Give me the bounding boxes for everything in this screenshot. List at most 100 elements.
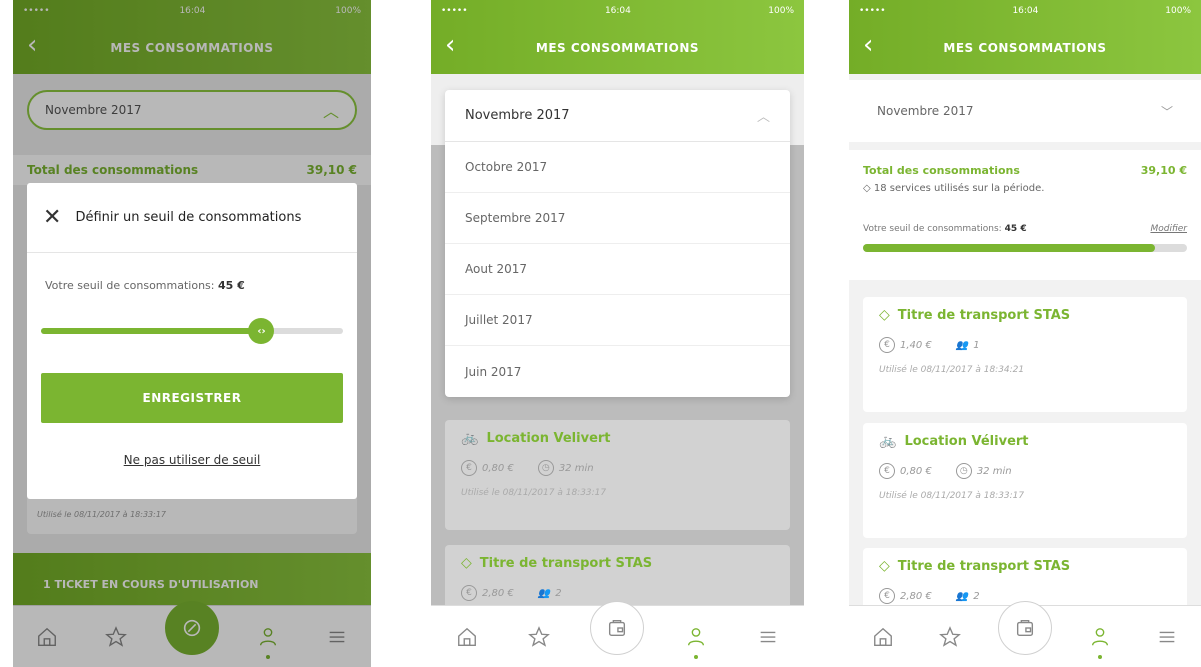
threshold-label: Votre seuil de consommations: 45 € bbox=[45, 279, 245, 292]
slider-thumb[interactable]: ‹› bbox=[248, 318, 275, 344]
ticket-icon: ◇ bbox=[879, 307, 890, 323]
menu-icon bbox=[1159, 631, 1175, 642]
slider-fill bbox=[41, 328, 262, 334]
card-title-text: Titre de transport STAS bbox=[479, 555, 653, 571]
tab-home[interactable] bbox=[863, 617, 903, 657]
threshold-slider[interactable]: ‹› bbox=[41, 318, 343, 344]
euro-icon: € bbox=[879, 588, 895, 604]
month-dropdown: Novembre 2017 ︿ Octobre 2017 Septembre 2… bbox=[445, 90, 790, 397]
ticket-icon: ◇ bbox=[461, 555, 472, 571]
month-option[interactable]: Aout 2017 bbox=[445, 244, 790, 295]
card-title-text: Location Vélivert bbox=[904, 433, 1029, 449]
threshold-progress-fill bbox=[863, 244, 1155, 252]
chevron-up-icon: ︿ bbox=[756, 110, 770, 125]
close-icon[interactable]: ✕ bbox=[43, 205, 61, 230]
people-icon: 👥 bbox=[537, 587, 551, 599]
tag-icon: ◇ bbox=[863, 183, 871, 194]
card-title-text: Titre de transport STAS bbox=[897, 558, 1071, 574]
selected-month: Novembre 2017 bbox=[465, 108, 570, 123]
total-label: Total des consommations bbox=[863, 164, 1020, 177]
tab-services[interactable] bbox=[590, 600, 645, 655]
nav-title: MES CONSOMMATIONS bbox=[943, 41, 1107, 55]
wallet-icon bbox=[1016, 619, 1034, 636]
card-title: ◇ Titre de transport STAS bbox=[461, 555, 774, 571]
battery-text: 100% bbox=[768, 6, 794, 16]
month-option[interactable]: Octobre 2017 bbox=[445, 142, 790, 193]
threshold-label-text: Votre seuil de consommations: bbox=[45, 279, 215, 292]
count-meta: 👥 1 bbox=[956, 340, 980, 351]
tab-home[interactable] bbox=[447, 617, 487, 657]
threshold-value: 45 € bbox=[1004, 224, 1027, 234]
screens-canvas: ••••• 16:04 100% ‹ MES CONSOMMATIONS Nov… bbox=[0, 0, 1201, 667]
menu-icon bbox=[760, 631, 776, 642]
bike-icon: 🚲 bbox=[879, 433, 897, 449]
card-meta: €1,40 € 👥 1 bbox=[879, 337, 1171, 353]
price-text: 2,80 € bbox=[482, 587, 514, 599]
price-text: 0,80 € bbox=[482, 462, 514, 474]
euro-icon: € bbox=[461, 585, 477, 601]
no-threshold-link[interactable]: Ne pas utiliser de seuil bbox=[27, 453, 357, 467]
card-date: Utilisé le 08/11/2017 à 18:33:17 bbox=[879, 491, 1025, 501]
euro-icon: € bbox=[879, 337, 895, 353]
price-meta: €2,80 € bbox=[461, 585, 514, 601]
card-meta: €0,80 € ◷ 32 min bbox=[461, 460, 774, 476]
modify-link[interactable]: Modifier bbox=[1150, 224, 1187, 234]
duration-text: 32 min bbox=[558, 462, 594, 474]
tab-services[interactable] bbox=[997, 600, 1052, 655]
tab-account[interactable] bbox=[1080, 617, 1120, 659]
time-text: 16:04 bbox=[604, 6, 631, 16]
price-meta: €0,80 € bbox=[879, 463, 932, 479]
month-select[interactable]: Novembre 2017 ﹀ bbox=[849, 80, 1201, 142]
save-button[interactable]: ENREGISTRER bbox=[41, 373, 343, 423]
consumption-card[interactable]: ◇ Titre de transport STAS €1,40 € 👥 1 Uti… bbox=[863, 297, 1187, 412]
clock-icon: ◷ bbox=[537, 460, 554, 476]
total-value: 39,10 € bbox=[1140, 164, 1187, 177]
tab-menu[interactable] bbox=[748, 617, 788, 657]
nav-bar: ‹ MES CONSOMMATIONS bbox=[431, 22, 804, 74]
price-meta: €0,80 € bbox=[461, 460, 514, 476]
tab-favorites[interactable] bbox=[519, 617, 559, 657]
modal-title: Définir un seuil de consommations bbox=[75, 210, 302, 225]
month-option[interactable]: Septembre 2017 bbox=[445, 193, 790, 244]
services-count: ◇ 18 services utilisés sur la période. bbox=[863, 183, 1187, 194]
star-icon bbox=[527, 625, 550, 647]
tab-account[interactable] bbox=[676, 617, 716, 659]
clock-icon: ◷ bbox=[955, 463, 972, 479]
people-icon: 👥 bbox=[955, 339, 969, 351]
card-title-text: Titre de transport STAS bbox=[897, 307, 1071, 323]
month-option[interactable]: Juin 2017 bbox=[445, 346, 790, 397]
euro-icon: € bbox=[461, 460, 477, 476]
count-meta: 👥 2 bbox=[956, 591, 980, 602]
tab-favorites[interactable] bbox=[930, 617, 970, 657]
consumption-card[interactable]: 🚲 Location Vélivert €0,80 € ◷ 32 min Util… bbox=[863, 423, 1187, 538]
count-text: 1 bbox=[973, 339, 980, 351]
back-icon[interactable]: ‹ bbox=[863, 32, 874, 58]
back-icon[interactable]: ‹ bbox=[445, 32, 456, 58]
price-text: 0,80 € bbox=[900, 465, 932, 477]
wallet-icon bbox=[609, 619, 626, 636]
carrier-text: ••••• bbox=[859, 6, 886, 16]
home-icon bbox=[457, 627, 476, 646]
star-icon bbox=[939, 625, 962, 647]
time-text: 16:04 bbox=[1012, 6, 1039, 16]
consumption-card[interactable]: 🚲 Location Velivert €0,80 € ◷ 32 min Util… bbox=[445, 420, 790, 530]
threshold-modal: ✕ Définir un seuil de consommations Votr… bbox=[27, 183, 357, 499]
tab-menu[interactable] bbox=[1147, 617, 1187, 657]
threshold-value: 45 € bbox=[217, 279, 245, 292]
chevron-down-icon: ﹀ bbox=[1160, 104, 1173, 119]
nav-title: MES CONSOMMATIONS bbox=[535, 41, 700, 55]
card-title: ◇ Titre de transport STAS bbox=[879, 558, 1171, 574]
threshold-label: Votre seuil de consommations: bbox=[863, 224, 1002, 234]
duration-meta: ◷ 32 min bbox=[955, 463, 1012, 479]
count-meta: 👥 2 bbox=[538, 588, 562, 599]
month-option[interactable]: Juillet 2017 bbox=[445, 295, 790, 346]
card-title: 🚲 Location Vélivert bbox=[879, 433, 1171, 449]
card-meta: €0,80 € ◷ 32 min bbox=[879, 463, 1171, 479]
month-select-value: Novembre 2017 bbox=[877, 104, 974, 118]
status-bar: ••••• 16:04 100% bbox=[849, 0, 1201, 22]
tab-bar bbox=[849, 600, 1201, 667]
carrier-text: ••••• bbox=[441, 6, 468, 16]
month-dropdown-header[interactable]: Novembre 2017 ︿ bbox=[445, 90, 790, 142]
duration-meta: ◷ 32 min bbox=[537, 460, 594, 476]
consumption-summary: Total des consommations 39,10 € ◇ 18 ser… bbox=[849, 150, 1201, 280]
